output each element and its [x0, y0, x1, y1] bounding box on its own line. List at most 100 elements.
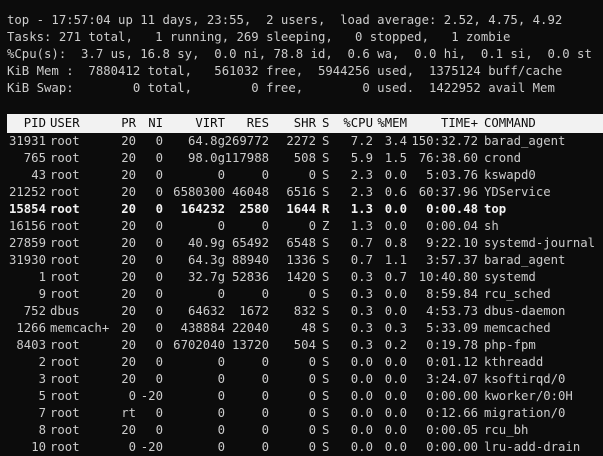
- process-s: S: [322, 287, 330, 301]
- process-s: S: [322, 321, 330, 335]
- process-cpu: 0.0: [350, 423, 373, 437]
- swap-line: KiB Swap: 0 total, 0 free, 0 used. 14229…: [7, 81, 555, 95]
- process-pid: 3: [38, 372, 46, 386]
- process-pid: 21252: [8, 185, 46, 199]
- process-mem: 0.6: [384, 185, 407, 199]
- process-cpu: 0.3: [350, 321, 373, 335]
- process-pr: 20: [121, 270, 136, 284]
- process-pid: 1: [38, 270, 46, 284]
- process-time: 0:01.12: [426, 355, 478, 369]
- process-s: S: [322, 253, 330, 267]
- process-row[interactable]: 16156 root 20 0 0 0 0 Z 1.3 0.0 0:00.04 sh: [0, 218, 603, 235]
- process-res: 0: [261, 440, 269, 454]
- process-row[interactable]: 7 root rt 0 0 0 0 S 0.0 0.0 0:12.66 migration/0: [0, 405, 603, 422]
- process-row[interactable]: 27859 root 20 0 40.9g 65492 6548 S 0.7 0.8 9:22.10…: [0, 235, 603, 252]
- process-command: YDService: [484, 185, 551, 199]
- process-user: root: [50, 202, 80, 216]
- process-res: 0: [261, 406, 269, 420]
- process-row[interactable]: 43 root 20 0 0 0 0 S 2.3 0.0 5:03.76 kswapd0: [0, 167, 603, 184]
- process-cpu: 0.3: [350, 270, 373, 284]
- process-time: 3:24.07: [426, 372, 478, 386]
- process-pr: 20: [121, 202, 136, 216]
- process-mem: 0.0: [384, 287, 407, 301]
- process-ni: -20: [140, 389, 163, 403]
- process-row[interactable]: 21252 root 20 0 6580300 46048 6516 S 2.3 0.6 60:37…: [0, 184, 603, 201]
- process-res: 0: [261, 168, 269, 182]
- process-user: root: [50, 270, 80, 284]
- process-row[interactable]: 31931 root 20 0 64.8g 269772 2272 S 7.2 3.4 150:32…: [0, 133, 603, 150]
- process-cpu: 0.0: [350, 355, 373, 369]
- process-mem: 0.0: [384, 440, 407, 454]
- process-user: memcach+: [50, 321, 110, 335]
- process-command: php-fpm: [484, 338, 536, 352]
- process-pid: 2: [38, 355, 46, 369]
- process-row[interactable]: 31930 root 20 0 64.3g 88940 1336 S 0.7 1.1 3:57.37…: [0, 252, 603, 269]
- process-row[interactable]: 1 root 20 0 32.7g 52836 1420 S 0.3 0.7 10:40.80 sys…: [0, 269, 603, 286]
- process-row[interactable]: 1266 memcach+ 20 0 438884 22040 48 S 0.3 0.3 5:33.…: [0, 320, 603, 337]
- process-pid: 10: [31, 440, 46, 454]
- process-ni: 0: [155, 423, 163, 437]
- process-user: root: [50, 185, 80, 199]
- process-cpu: 1.3: [350, 219, 373, 233]
- process-row[interactable]: 765 root 20 0 98.0g 117988 508 S 5.9 1.5 76:38.60 c…: [0, 150, 603, 167]
- process-virt: 0: [217, 287, 225, 301]
- process-cpu: 2.3: [350, 185, 373, 199]
- process-cpu: 0.7: [350, 236, 373, 250]
- process-ni: 0: [155, 185, 163, 199]
- col-user: USER: [50, 116, 80, 130]
- process-cpu: 5.9: [350, 151, 373, 165]
- terminal-window[interactable]: top - 17:57:04 up 11 days, 23:55, 2 user…: [0, 0, 603, 454]
- process-ni: 0: [155, 321, 163, 335]
- process-shr: 6548: [286, 236, 316, 250]
- process-row[interactable]: 5 root 0 -20 0 0 0 S 0.0 0.0 0:00.00 kworker/0:0H: [0, 388, 603, 405]
- process-pr: 20: [121, 321, 136, 335]
- process-pid: 765: [23, 151, 46, 165]
- process-virt: 0: [217, 389, 225, 403]
- process-mem: 0.8: [384, 236, 407, 250]
- process-pr: rt: [121, 406, 136, 420]
- process-pid: 5: [38, 389, 46, 403]
- process-shr: 0: [308, 219, 316, 233]
- process-pr: 0: [128, 389, 136, 403]
- process-row[interactable]: 10 root 0 -20 0 0 0 S 0.0 0.0 0:00.00 lru-add-drain: [0, 439, 603, 456]
- process-virt: 0: [217, 355, 225, 369]
- process-time: 0:00.04: [426, 219, 478, 233]
- process-shr: 0: [308, 372, 316, 386]
- process-user: root: [50, 219, 80, 233]
- process-shr: 1644: [286, 202, 316, 216]
- process-pr: 0: [128, 440, 136, 454]
- process-shr: 6516: [286, 185, 316, 199]
- process-ni: -20: [140, 440, 163, 454]
- process-time: 5:03.76: [426, 168, 478, 182]
- process-virt: 98.0g: [187, 151, 225, 165]
- process-row[interactable]: 752 dbus 20 0 64632 1672 832 S 0.3 0.0 4:53.73 dbus…: [0, 303, 603, 320]
- process-command: lru-add-drain: [484, 440, 581, 454]
- process-cpu: 7.2: [350, 134, 373, 148]
- process-user: dbus: [50, 304, 80, 318]
- process-pr: 20: [121, 287, 136, 301]
- process-row[interactable]: 9 root 20 0 0 0 0 S 0.3 0.0 8:59.84 rcu_sched: [0, 286, 603, 303]
- process-row[interactable]: 2 root 20 0 0 0 0 S 0.0 0.0 0:01.12 kthreadd: [0, 354, 603, 371]
- process-ni: 0: [155, 287, 163, 301]
- process-shr: 832: [293, 304, 316, 318]
- process-mem: 0.0: [384, 406, 407, 420]
- col-virt: VIRT: [195, 116, 225, 130]
- process-s: S: [322, 372, 330, 386]
- process-cpu: 0.0: [350, 389, 373, 403]
- process-shr: 508: [293, 151, 316, 165]
- process-row[interactable]: 8403 root 20 0 6702040 13720 504 S 0.3 0.2 0:19.78…: [0, 337, 603, 354]
- process-time: 0:00.00: [426, 389, 478, 403]
- process-shr: 504: [293, 338, 316, 352]
- process-pid: 27859: [8, 236, 46, 250]
- process-row[interactable]: 15854 root 20 0 164232 2580 1644 R 1.3 0.0 0:00.48…: [0, 201, 603, 218]
- process-mem: 0.0: [384, 219, 407, 233]
- process-pid: 43: [31, 168, 46, 182]
- process-mem: 0.2: [384, 338, 407, 352]
- process-row[interactable]: 3 root 20 0 0 0 0 S 0.0 0.0 3:24.07 ksoftirqd/0: [0, 371, 603, 388]
- process-row[interactable]: 8 root 20 0 0 0 0 S 0.0 0.0 0:00.05 rcu_bh: [0, 422, 603, 439]
- process-pid: 7: [38, 406, 46, 420]
- process-user: root: [50, 236, 80, 250]
- process-virt: 64.8g: [187, 134, 225, 148]
- process-time: 0:00.48: [426, 202, 478, 216]
- process-mem: 0.0: [384, 423, 407, 437]
